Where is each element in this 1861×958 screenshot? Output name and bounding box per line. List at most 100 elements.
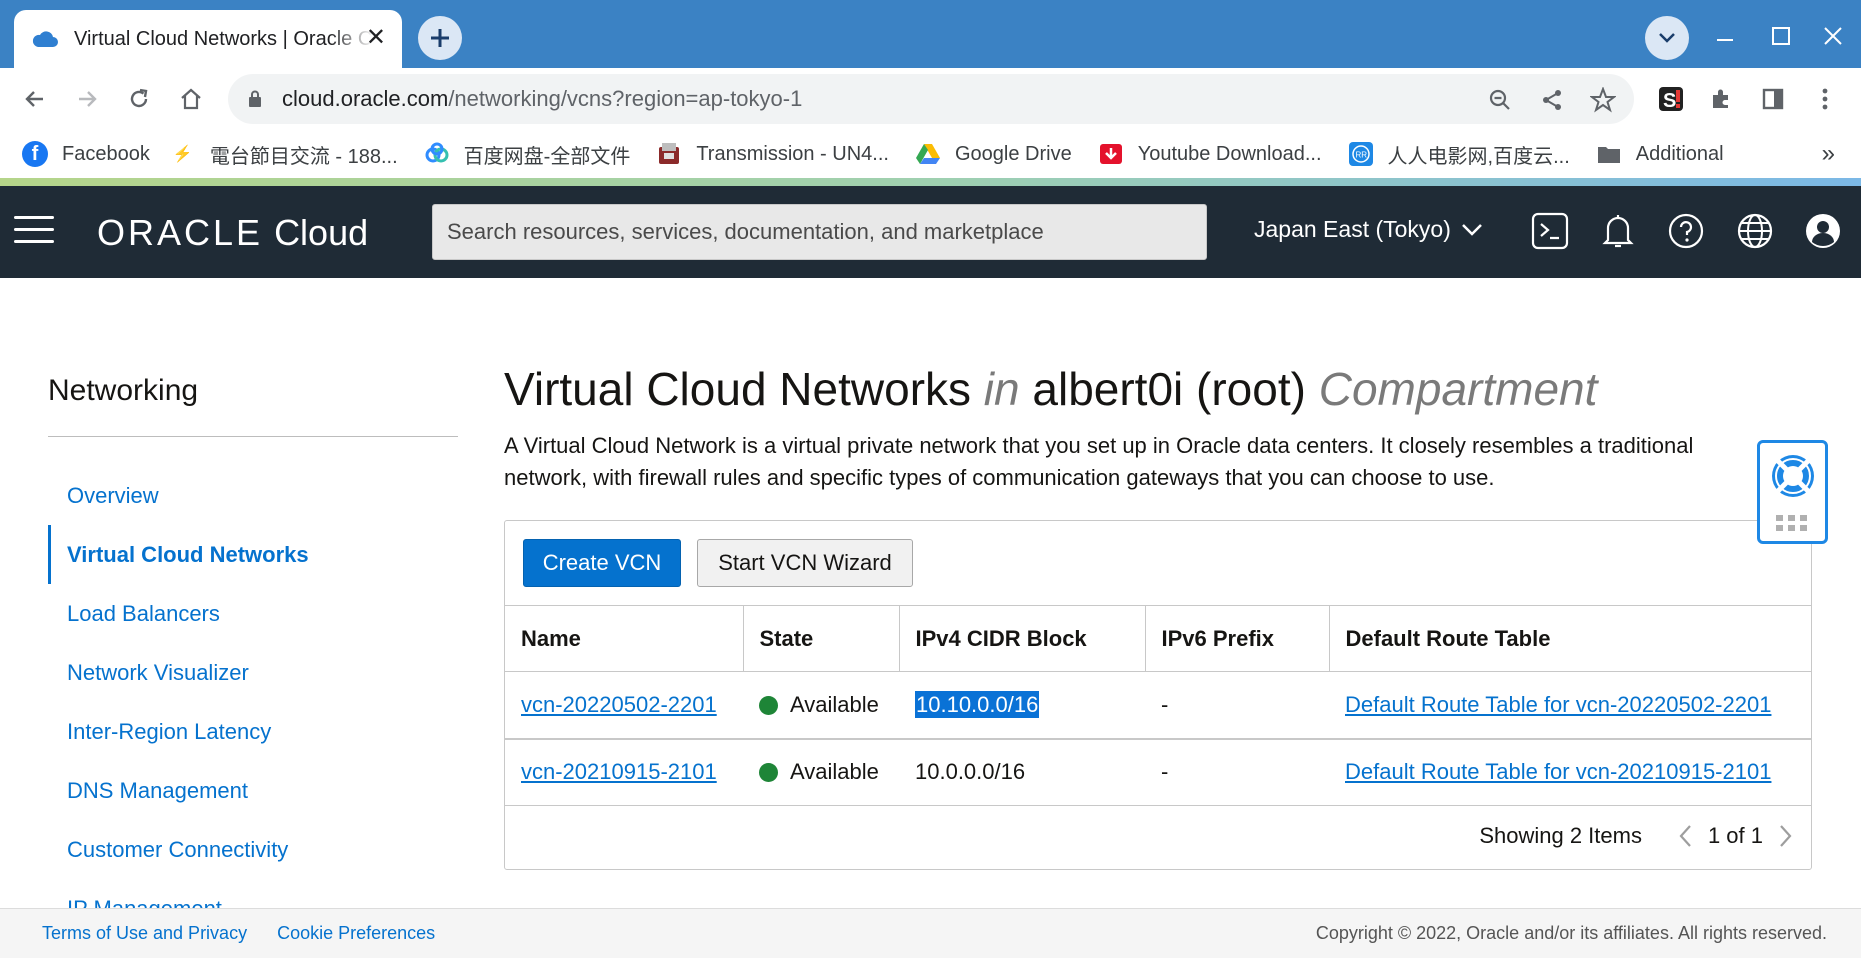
- previous-page-button[interactable]: [1672, 821, 1698, 851]
- bookmark-star-icon[interactable]: [1590, 87, 1616, 113]
- help-widget[interactable]: [1757, 440, 1828, 544]
- bookmark-rr[interactable]: RR 人人电影网,百度云...: [1348, 140, 1570, 169]
- language-button[interactable]: [1734, 210, 1776, 252]
- sidebar-item-network-visualizer[interactable]: Network Visualizer: [48, 643, 458, 702]
- page-title-compartment: Compartment: [1318, 363, 1598, 415]
- vcn-ipv4-cell: 10.0.0.0/16: [899, 737, 1145, 806]
- bookmark-facebook[interactable]: f Facebook: [22, 141, 150, 167]
- global-search-input[interactable]: [432, 204, 1207, 260]
- page-indicator: 1 of 1: [1707, 823, 1763, 848]
- vcn-ipv4-cell: 10.10.0.0/16: [899, 671, 1145, 739]
- bookmark-label: Additional: [1635, 142, 1724, 165]
- side-panel-icon: [1762, 88, 1784, 110]
- svg-text:S: S: [1663, 90, 1676, 112]
- vcn-name-link[interactable]: vcn-20220502-2201: [521, 692, 717, 717]
- maximize-button[interactable]: [1771, 22, 1791, 53]
- sidebar-item-load-balancers[interactable]: Load Balancers: [48, 584, 458, 643]
- start-vcn-wizard-button[interactable]: Start VCN Wizard: [697, 539, 913, 587]
- extension-s-button[interactable]: S: [1656, 84, 1686, 114]
- next-page-button[interactable]: [1773, 821, 1799, 851]
- column-header-state[interactable]: State: [743, 605, 900, 672]
- item-count: Showing 2 Items: [1479, 823, 1642, 848]
- back-arrow-icon: [25, 91, 43, 107]
- minimize-icon: [1717, 39, 1733, 41]
- vcn-state-cell: Available: [743, 671, 899, 739]
- oracle-cloud-logo[interactable]: ORACLE Cloud: [97, 212, 368, 254]
- cloud-shell-button[interactable]: [1529, 210, 1571, 252]
- cookie-preferences-link[interactable]: Cookie Preferences: [277, 923, 435, 944]
- puzzle-icon: [1713, 89, 1728, 108]
- vcn-list-panel: Create VCN Start VCN Wizard Name State I…: [504, 520, 1812, 870]
- minimize-button[interactable]: [1715, 20, 1735, 51]
- bookmark-google-drive[interactable]: Google Drive: [915, 141, 1072, 167]
- sidebar-item-dns-management[interactable]: DNS Management: [48, 761, 458, 820]
- sidebar-item-overview[interactable]: Overview: [48, 466, 458, 525]
- browser-tab-strip: Virtual Cloud Networks | Oracle Cloud In…: [0, 0, 1861, 68]
- chevron-down-icon: [1461, 223, 1482, 236]
- bookmark-folder-additional[interactable]: Additional: [1596, 141, 1724, 167]
- s-extension-icon: S: [1659, 87, 1683, 112]
- bell-icon: [1602, 215, 1634, 248]
- selected-ipv4-text[interactable]: 10.10.0.0/16: [915, 690, 1040, 718]
- more-bookmarks-button[interactable]: »: [1822, 140, 1835, 168]
- home-button[interactable]: [176, 84, 206, 114]
- side-panel-button[interactable]: [1758, 84, 1788, 114]
- column-header-ipv4[interactable]: IPv4 CIDR Block: [899, 605, 1146, 672]
- back-button[interactable]: [20, 84, 50, 114]
- vcn-name-link[interactable]: vcn-20210915-2101: [521, 759, 717, 784]
- lock-icon: [249, 90, 261, 107]
- share-icon[interactable]: [1540, 88, 1564, 112]
- address-bar[interactable]: cloud.oracle.com/networking/vcns?region=…: [228, 74, 1634, 124]
- transmission-icon: [659, 143, 680, 164]
- column-header-ipv6[interactable]: IPv6 Prefix: [1145, 605, 1330, 672]
- browser-toolbar: cloud.oracle.com/networking/vcns?region=…: [0, 68, 1861, 130]
- vcn-route-table-cell: Default Route Table for vcn-20220502-220…: [1329, 671, 1811, 739]
- tab-search-button[interactable]: [1645, 16, 1689, 60]
- oci-header: ORACLE Cloud Japan East (Tokyo): [0, 186, 1861, 278]
- sidebar-item-virtual-cloud-networks[interactable]: Virtual Cloud Networks: [48, 525, 458, 584]
- browser-menu-button[interactable]: [1810, 84, 1840, 114]
- forward-button[interactable]: [72, 84, 102, 114]
- table-row: vcn-20210915-2101 Available 10.0.0.0/16 …: [505, 737, 1811, 806]
- hamburger-menu-icon[interactable]: [14, 216, 54, 246]
- bookmark-youtube-download[interactable]: Youtube Download...: [1098, 141, 1322, 167]
- extensions-button[interactable]: [1706, 84, 1736, 114]
- facebook-icon: f: [22, 141, 48, 167]
- chevron-left-icon: [1679, 825, 1691, 847]
- route-table-link[interactable]: Default Route Table for vcn-20210915-210…: [1345, 759, 1771, 784]
- sidebar-item-customer-connectivity[interactable]: Customer Connectivity: [48, 820, 458, 879]
- column-header-name[interactable]: Name: [505, 605, 744, 672]
- bookmark-radio[interactable]: ⚡ 電台節目交流 - 188...: [173, 140, 398, 169]
- bookmark-transmission[interactable]: Transmission - UN4...: [656, 141, 889, 167]
- plus-icon: [431, 29, 449, 47]
- column-header-route-table[interactable]: Default Route Table: [1329, 605, 1811, 672]
- globe-icon: [1737, 213, 1773, 249]
- bookmark-baidu[interactable]: 百度网盘-全部文件: [424, 140, 630, 169]
- logo-cloud-text: Cloud: [274, 212, 369, 253]
- terms-link[interactable]: Terms of Use and Privacy: [42, 923, 247, 944]
- sidebar-item-inter-region-latency[interactable]: Inter-Region Latency: [48, 702, 458, 761]
- compartment-name: albert0i (root): [1032, 363, 1306, 415]
- new-tab-button[interactable]: [418, 16, 462, 60]
- close-window-button[interactable]: [1823, 22, 1843, 53]
- browser-tab[interactable]: Virtual Cloud Networks | Oracle Cloud In…: [14, 10, 402, 68]
- vcn-state: Available: [790, 691, 879, 717]
- reload-icon: [130, 88, 148, 108]
- terminal-icon: [1531, 212, 1569, 250]
- help-button[interactable]: [1665, 210, 1707, 252]
- profile-button[interactable]: [1802, 210, 1844, 252]
- route-table-link[interactable]: Default Route Table for vcn-20220502-220…: [1345, 692, 1771, 717]
- region-selector[interactable]: Japan East (Tokyo): [1254, 216, 1483, 243]
- page-title-main: Virtual Cloud Networks: [504, 363, 972, 415]
- url-host: cloud.oracle.com: [282, 86, 449, 111]
- available-status-icon: [759, 695, 778, 715]
- bookmark-label: Youtube Download...: [1137, 142, 1322, 165]
- zoom-icon[interactable]: [1488, 88, 1512, 112]
- region-label: Japan East (Tokyo): [1254, 216, 1451, 242]
- tab-close-icon[interactable]: ✕: [366, 26, 386, 50]
- sidebar-divider: [48, 436, 458, 437]
- create-vcn-button[interactable]: Create VCN: [523, 539, 681, 587]
- reload-button[interactable]: [124, 84, 154, 114]
- notifications-button[interactable]: [1597, 210, 1639, 252]
- table-row: vcn-20220502-2201 Available 10.10.0.0/16…: [505, 671, 1811, 739]
